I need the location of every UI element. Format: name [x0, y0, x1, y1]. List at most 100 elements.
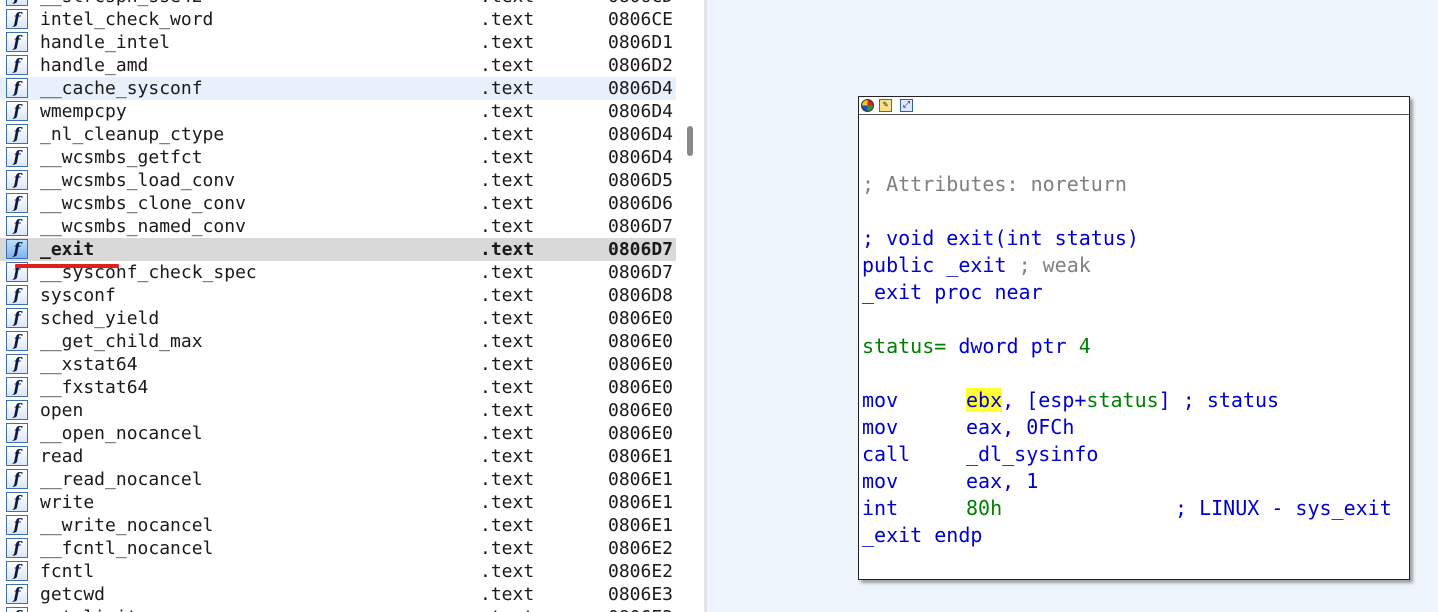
function-address: 0806E0	[608, 331, 674, 352]
function-address: 0806E3	[608, 584, 674, 605]
function-address: 0806D8	[608, 285, 674, 306]
function-row[interactable]: f __cache_sysconf .text 0806D4	[0, 77, 676, 100]
function-address: 0806E2	[608, 538, 674, 559]
function-segment: .text	[480, 584, 535, 605]
function-name: getcwd	[40, 584, 106, 605]
function-name: handle_intel	[40, 32, 171, 53]
function-row[interactable]: f __get_child_max .text 0806E0	[0, 330, 676, 353]
node-titlebar: ✎ ⤢	[859, 97, 1409, 115]
function-address: 0806E0	[608, 423, 674, 444]
function-row[interactable]: f __wcsmbs_load_conv .text 0806D5	[0, 169, 676, 192]
function-icon: f	[6, 584, 28, 604]
function-name: __fxstat64	[40, 377, 149, 398]
function-name: __open_nocancel	[40, 423, 203, 444]
function-address: 0806D1	[608, 32, 674, 53]
function-icon: f	[6, 78, 28, 98]
group-zoom-icon[interactable]: ⤢	[900, 99, 913, 112]
node-color-icon[interactable]	[861, 99, 874, 112]
function-row[interactable]: f fcntl .text 0806E2	[0, 560, 676, 583]
function-name: _exit	[40, 239, 95, 260]
function-address: 0806D6	[608, 193, 674, 214]
function-address: 0806E1	[608, 446, 674, 467]
functions-window: f __strcspn_sse42 .text 0806CD f intel_check_…	[0, 0, 706, 612]
operand: eax, 1	[966, 469, 1039, 493]
function-row[interactable]: f __wcsmbs_getfct .text 0806D4	[0, 146, 676, 169]
function-row[interactable]: f intel_check_word .text 0806CE	[0, 8, 676, 31]
function-name: open	[40, 400, 84, 421]
function-row[interactable]: f __read_nocancel .text 0806E1	[0, 468, 676, 491]
function-icon: f	[6, 101, 28, 121]
function-address: 0806D4	[608, 101, 674, 122]
red-annotation-underline	[15, 264, 119, 268]
prototype-comment: ; void exit(int status)	[862, 226, 1139, 250]
function-row[interactable]: f __wcsmbs_named_conv .text 0806D7	[0, 215, 676, 238]
function-segment: .text	[480, 308, 535, 329]
proc-declaration[interactable]: _exit proc near	[862, 279, 1043, 306]
function-segment: .text	[480, 193, 535, 214]
function-segment: .text	[480, 239, 535, 260]
function-segment: .text	[480, 101, 535, 122]
function-name: __write_nocancel	[40, 515, 214, 536]
function-icon: f	[6, 377, 28, 397]
function-icon: f	[6, 239, 28, 259]
function-row[interactable]: f __fxstat64 .text 0806E0	[0, 376, 676, 399]
syscall-comment: ; LINUX - sys_exit	[1175, 496, 1392, 520]
function-row[interactable]: f _exit .text 0806D7	[0, 238, 676, 261]
function-address: 0806E0	[608, 308, 674, 329]
function-segment: .text	[480, 216, 535, 237]
function-row[interactable]: f __write_nocancel .text 0806E1	[0, 514, 676, 537]
function-icon: f	[6, 492, 28, 512]
function-segment: .text	[480, 285, 535, 306]
function-segment: .text	[480, 147, 535, 168]
function-row[interactable]: f handle_intel .text 0806D1	[0, 31, 676, 54]
function-icon: f	[6, 285, 28, 305]
function-row[interactable]: f write .text 0806E1	[0, 491, 676, 514]
function-icon: f	[6, 423, 28, 443]
function-row[interactable]: f _nl_cleanup_ctype .text 0806D4	[0, 123, 676, 146]
function-row[interactable]: f wmempcpy .text 0806D4	[0, 100, 676, 123]
function-address: 0806E1	[608, 492, 674, 513]
function-name: getrlimit	[40, 606, 138, 612]
vertical-scrollbar[interactable]	[680, 0, 702, 612]
function-row[interactable]: f __wcsmbs_clone_conv .text 0806D6	[0, 192, 676, 215]
function-segment: .text	[480, 561, 535, 582]
function-row[interactable]: f getcwd .text 0806E3	[0, 583, 676, 606]
function-address: 0806D7	[608, 216, 674, 237]
rename-node-icon[interactable]: ✎	[879, 99, 892, 112]
function-row[interactable]: f getrlimit .text 0806E3	[0, 606, 676, 612]
function-name: write	[40, 492, 95, 513]
function-row[interactable]: f __open_nocancel .text 0806E0	[0, 422, 676, 445]
attributes-comment: ; Attributes: noreturn	[862, 172, 1127, 196]
function-row[interactable]: f __strcspn_sse42 .text 0806CD	[0, 0, 676, 8]
function-row[interactable]: f sysconf .text 0806D8	[0, 284, 676, 307]
function-address: 0806D4	[608, 78, 674, 99]
instruction-comment: ; status	[1182, 388, 1280, 412]
function-segment: .text	[480, 124, 535, 145]
stack-var-name[interactable]: status=	[862, 334, 946, 358]
function-segment: .text	[480, 9, 535, 30]
function-name: __xstat64	[40, 354, 138, 375]
highlighted-register[interactable]: ebx	[966, 388, 1003, 412]
scrollbar-thumb[interactable]	[687, 126, 693, 156]
function-row[interactable]: f sched_yield .text 0806E0	[0, 307, 676, 330]
function-segment: .text	[480, 400, 535, 421]
public-symbol[interactable]: _exit	[946, 253, 1006, 277]
function-icon: f	[6, 469, 28, 489]
mnemonic: mov	[862, 415, 899, 439]
function-name: __wcsmbs_load_conv	[40, 170, 236, 191]
function-row[interactable]: f __xstat64 .text 0806E0	[0, 353, 676, 376]
function-row[interactable]: f __fcntl_nocancel .text 0806E2	[0, 537, 676, 560]
operand-var[interactable]: status	[1086, 388, 1158, 412]
function-icon: f	[6, 32, 28, 52]
function-address: 0806CE	[608, 9, 674, 30]
function-address: 0806D2	[608, 55, 674, 76]
graph-node-exit[interactable]: ✎ ⤢ ; Attributes: noreturn ; void exit(i…	[858, 96, 1410, 580]
endp-declaration[interactable]: _exit endp	[862, 522, 982, 549]
operand: , [esp+	[1002, 388, 1087, 412]
function-name: __read_nocancel	[40, 469, 203, 490]
function-row[interactable]: f open .text 0806E0	[0, 399, 676, 422]
call-target[interactable]: _dl_sysinfo	[966, 441, 1098, 468]
function-row[interactable]: f read .text 0806E1	[0, 445, 676, 468]
function-segment: .text	[480, 262, 535, 283]
function-row[interactable]: f handle_amd .text 0806D2	[0, 54, 676, 77]
